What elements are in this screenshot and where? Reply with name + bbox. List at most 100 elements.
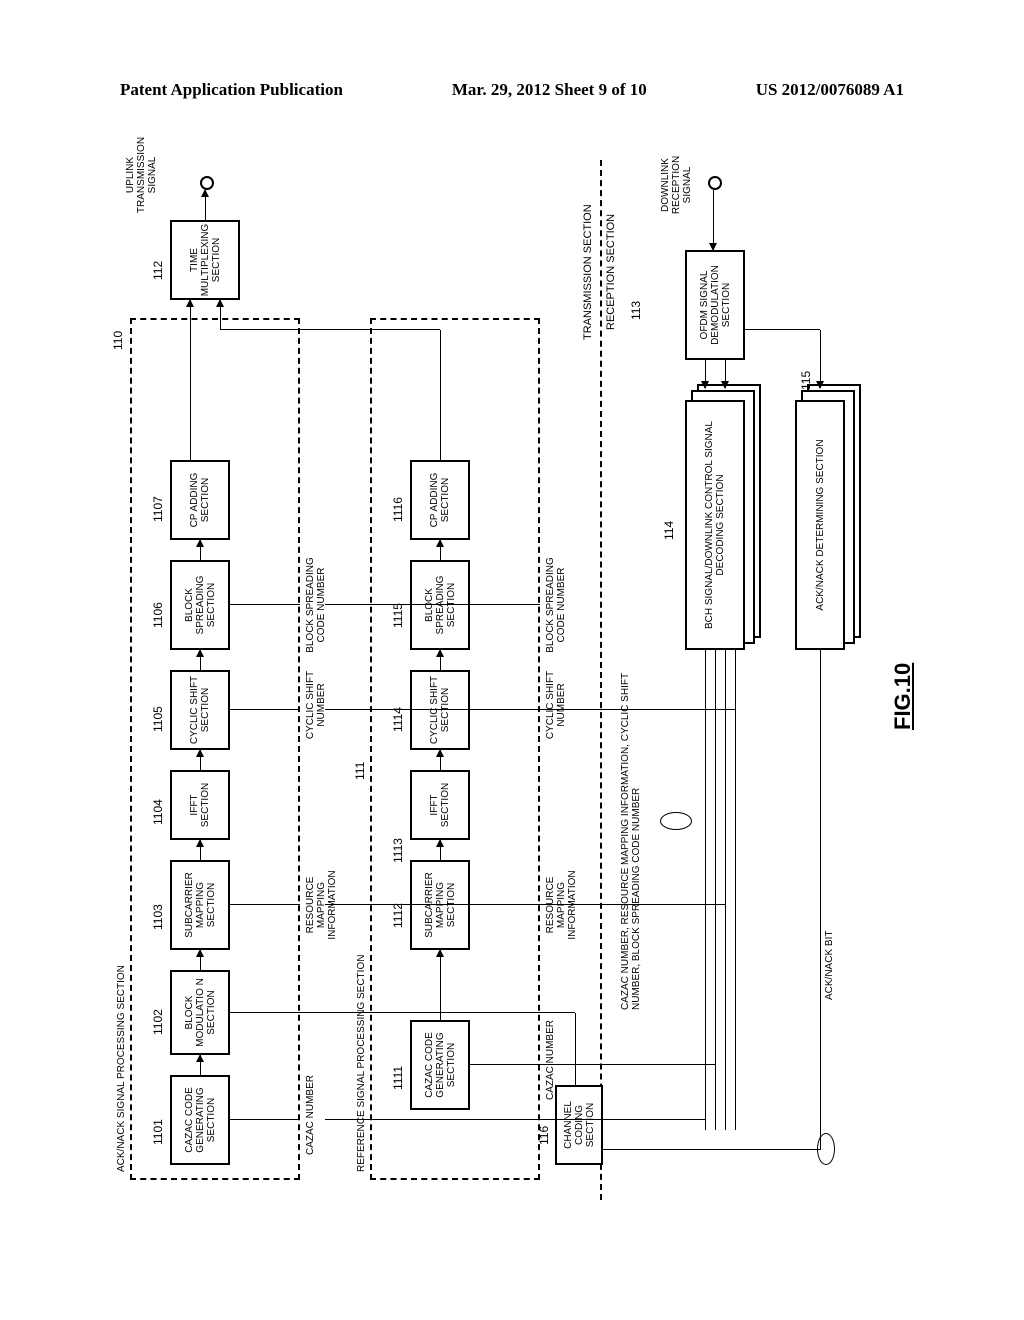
line	[325, 904, 725, 905]
arrow-rev3	[820, 330, 821, 388]
arrow	[205, 190, 206, 220]
figure-label: FIG.10	[890, 663, 916, 730]
num-116: 116	[538, 1126, 551, 1145]
blk-spread-a: BLOCK SPREADING SECTION	[170, 560, 230, 650]
line	[325, 1119, 705, 1120]
num-1106: 1106	[152, 602, 165, 628]
arrow-rev2b	[725, 360, 726, 388]
line	[470, 1064, 540, 1065]
line	[440, 330, 441, 460]
num-1111: 1111	[392, 1066, 405, 1090]
header-center: Mar. 29, 2012 Sheet 9 of 10	[452, 80, 647, 100]
tmux: TIME MULTIPLEXING SECTION	[170, 220, 240, 300]
cazac-num-a: CAZAC NUMBER	[305, 1065, 316, 1165]
arrow	[440, 540, 441, 560]
line	[230, 1119, 300, 1120]
num-1116: 1116	[392, 497, 405, 522]
ref-title: REFERENCE SIGNAL PROCESSING SECTION	[356, 951, 367, 1176]
block-mod: BLOCK MODULATIO N SECTION	[170, 970, 230, 1055]
rx-label: RECEPTION SECTION	[605, 214, 617, 330]
cyc-shift-r: CYCLIC SHIFT SECTION	[410, 670, 470, 750]
num-112: 112	[152, 261, 165, 280]
blk-spr-a-lbl: BLOCK SPREADING CODE NUMBER	[305, 555, 327, 655]
num-1114: 1114	[392, 707, 405, 732]
num-110: 110	[112, 331, 125, 350]
arrow	[200, 950, 201, 970]
arrow	[190, 300, 191, 460]
bus-oval-2	[660, 812, 692, 830]
line	[220, 329, 440, 330]
line	[820, 650, 821, 1150]
line	[575, 1013, 576, 1085]
line	[230, 604, 300, 605]
num-113: 113	[630, 301, 643, 320]
ifft-r: IFFT SECTION	[410, 770, 470, 840]
arrow	[440, 650, 441, 670]
num-1101: 1101	[152, 1119, 165, 1145]
line	[230, 1012, 575, 1013]
blk-spread-r: BLOCK SPREADING SECTION	[410, 560, 470, 650]
bch-decode: BCH SIGNAL/DOWNLINK CONTROL SIGNAL DECOD…	[685, 400, 745, 650]
bus-oval-1	[817, 1133, 835, 1165]
arrow	[440, 750, 441, 770]
arrow	[200, 540, 201, 560]
uplink-label: UPLINK TRANSMISSION SIGNAL	[125, 135, 158, 215]
res-map-a: RESOURCE MAPPING INFORMATION	[305, 855, 338, 955]
num-1105: 1105	[152, 706, 165, 732]
line	[705, 650, 706, 1130]
line	[230, 709, 300, 710]
num-1112: 1112	[392, 903, 405, 928]
arrow	[200, 750, 201, 770]
arrow	[200, 840, 201, 860]
line	[325, 709, 735, 710]
arrow	[440, 840, 441, 860]
ack-bit-label: ACK/NACK BIT	[824, 931, 835, 1000]
ifft-a: IFFT SECTION	[170, 770, 230, 840]
line	[325, 604, 525, 605]
header-left: Patent Application Publication	[120, 80, 343, 100]
arrow-rev2	[705, 360, 706, 388]
arrow	[220, 300, 221, 330]
cazac-gen-r: CAZAC CODE GENERATING SECTION	[410, 1020, 470, 1110]
long-bus: CAZAC NUMBER, RESOURCE MAPPING INFORMATI…	[620, 650, 642, 1010]
header-right: US 2012/0076089 A1	[756, 80, 904, 100]
sub-map-a: SUBCARRIER MAPPING SECTION	[170, 860, 230, 950]
line	[603, 1149, 820, 1150]
ack-det: ACK/NACK DETERMINING SECTION	[795, 400, 845, 650]
line	[745, 329, 820, 330]
divider-line	[600, 160, 602, 1200]
acknack-title: ACK/NACK SIGNAL PROCESSING SECTION	[116, 961, 127, 1176]
line	[725, 650, 726, 1130]
cyc-shift-a: CYCLIC SHIFT SECTION	[170, 670, 230, 750]
downlink-port	[708, 176, 722, 190]
uplink-port	[200, 176, 214, 190]
line	[535, 1064, 715, 1065]
line	[735, 650, 736, 1130]
arrow-rev	[713, 190, 714, 250]
num-1103: 1103	[152, 904, 165, 930]
num-114: 114	[663, 521, 676, 540]
num-1107: 1107	[152, 496, 165, 522]
num-1113: 1113	[392, 838, 405, 863]
num-111: 111	[354, 762, 367, 780]
res-map-r: RESOURCE MAPPING INFORMATION	[545, 855, 578, 955]
num-115: 115	[800, 371, 813, 390]
cp-add-r: CP ADDING SECTION	[410, 460, 470, 540]
num-1104: 1104	[152, 799, 165, 825]
channel-coding-displayed: CHANNEL CODING SECTION	[555, 1085, 603, 1165]
num-1115: 1115	[392, 603, 405, 628]
cyc-shift-r-lbl: CYCLIC SHIFT NUMBER	[545, 655, 567, 755]
num-1102: 1102	[152, 1009, 165, 1035]
arrow	[440, 950, 441, 1020]
line	[715, 650, 716, 1130]
blk-spr-r-lbl: BLOCK SPREADING CODE NUMBER	[545, 555, 567, 655]
cyc-shift-a-lbl: CYCLIC SHIFT NUMBER	[305, 655, 327, 755]
cp-add-a: CP ADDING SECTION	[170, 460, 230, 540]
ofdm-demod: OFDM SIGNAL DEMODULATION SECTION	[685, 250, 745, 360]
line	[230, 904, 300, 905]
sub-map-r: SUBCARRIER MAPPING SECTION	[410, 860, 470, 950]
tx-label: TRANSMISSION SECTION	[582, 204, 594, 340]
arrow	[200, 650, 201, 670]
figure-10: ACK/NACK SIGNAL PROCESSING SECTION 110 C…	[20, 270, 1024, 1090]
cazac-gen-a: CAZAC CODE GENERATING SECTION	[170, 1075, 230, 1165]
